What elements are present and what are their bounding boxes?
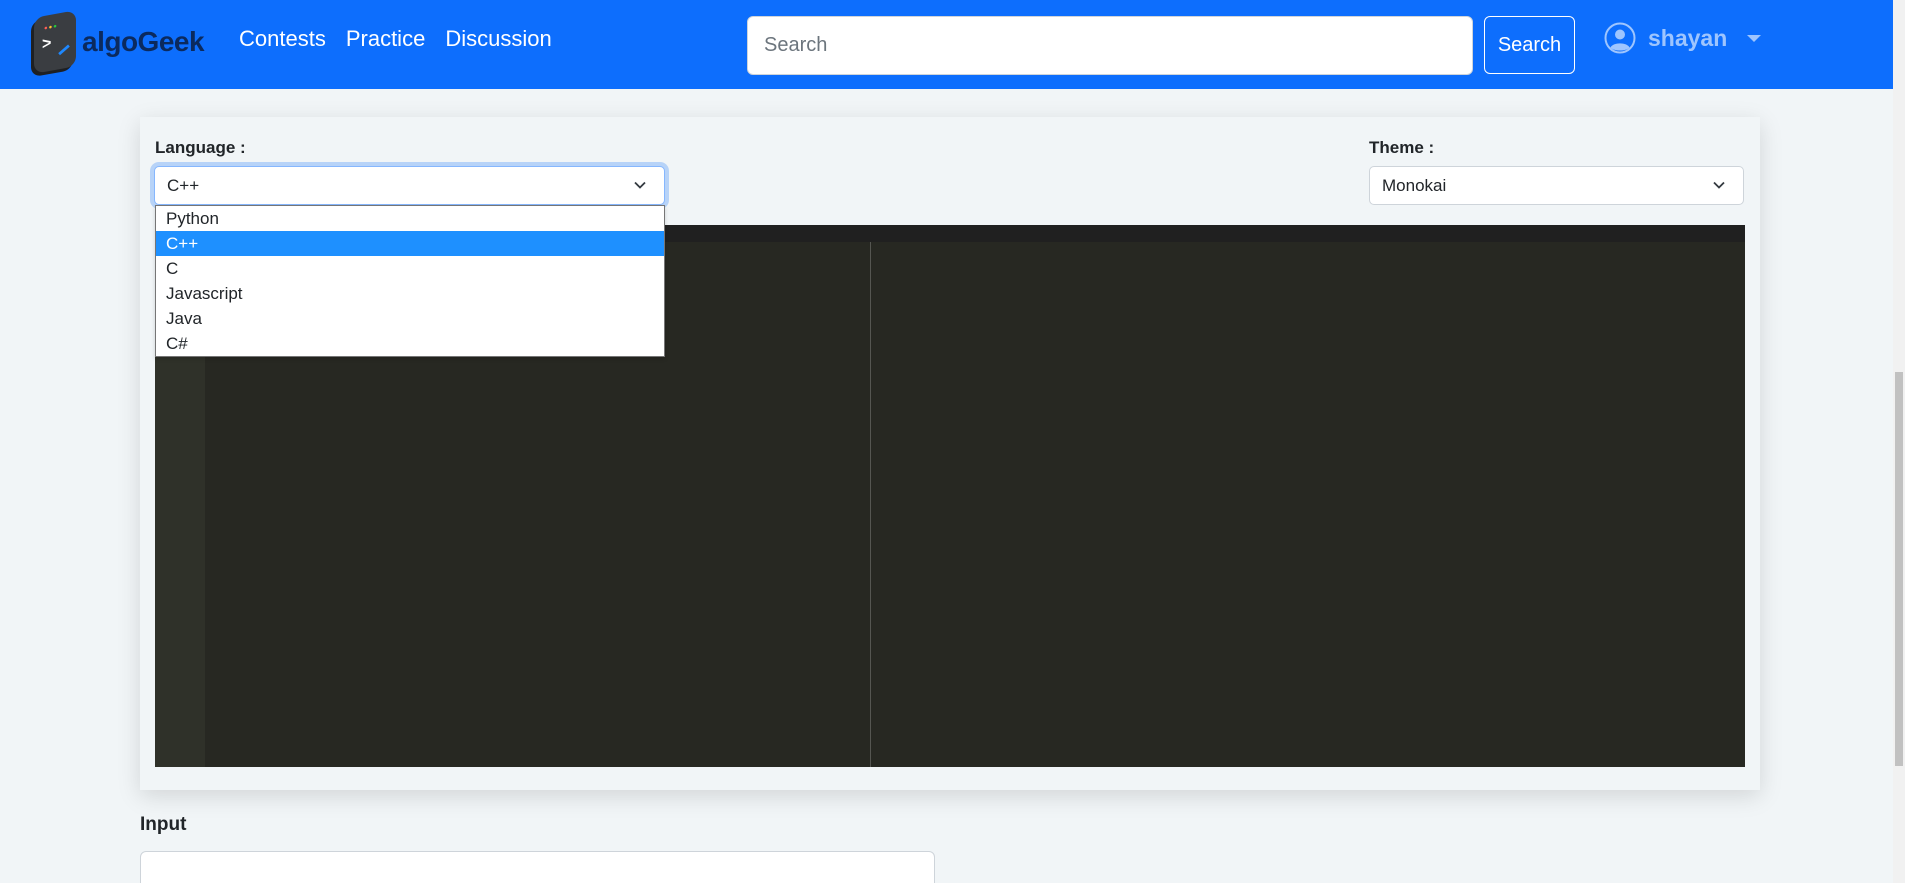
brand-name: algoGeek [82,26,205,57]
search-button[interactable]: Search [1484,16,1575,74]
navbar: ●●● > algoGeek Contests Practice Discuss… [0,0,1893,89]
language-select[interactable]: C++ [154,166,665,205]
theme-select[interactable]: Monokai [1369,166,1744,205]
chevron-down-icon [634,181,646,189]
theme-label: Theme : [1369,138,1435,157]
nav-link-practice[interactable]: Practice [346,26,425,52]
language-option-cpp[interactable]: C++ [156,231,664,256]
username: shayan [1648,24,1728,51]
nav-links: Contests Practice Discussion [239,26,552,52]
language-option-c[interactable]: C [156,256,664,281]
user-menu[interactable]: shayan [1604,22,1762,54]
scrollbar-thumb[interactable] [1895,372,1903,766]
user-circle-icon [1604,22,1636,54]
terminal-logo-icon: ●●● > [34,10,76,74]
brand-logo[interactable]: ●●● > algoGeek [34,10,206,74]
language-option-java[interactable]: Java [156,306,664,331]
theme-selected-value: Monokai [1382,175,1447,195]
page-scrollbar[interactable] [1893,0,1905,883]
language-selected-value: C++ [167,175,200,195]
chevron-down-icon [1713,181,1725,189]
nav-link-contests[interactable]: Contests [239,26,326,52]
caret-down-icon [1747,34,1762,42]
nav-link-discussion[interactable]: Discussion [445,26,551,52]
language-option-csharp[interactable]: C# [156,331,664,356]
search-input[interactable] [747,16,1473,75]
input-label: Input [140,814,187,835]
language-option-python[interactable]: Python [156,206,664,231]
language-label: Language : [155,138,246,157]
language-option-javascript[interactable]: Javascript [156,281,664,306]
input-textarea[interactable] [140,851,935,883]
editor-print-margin [870,242,871,767]
language-dropdown-list: Python C++ C Javascript Java C# [155,205,665,357]
